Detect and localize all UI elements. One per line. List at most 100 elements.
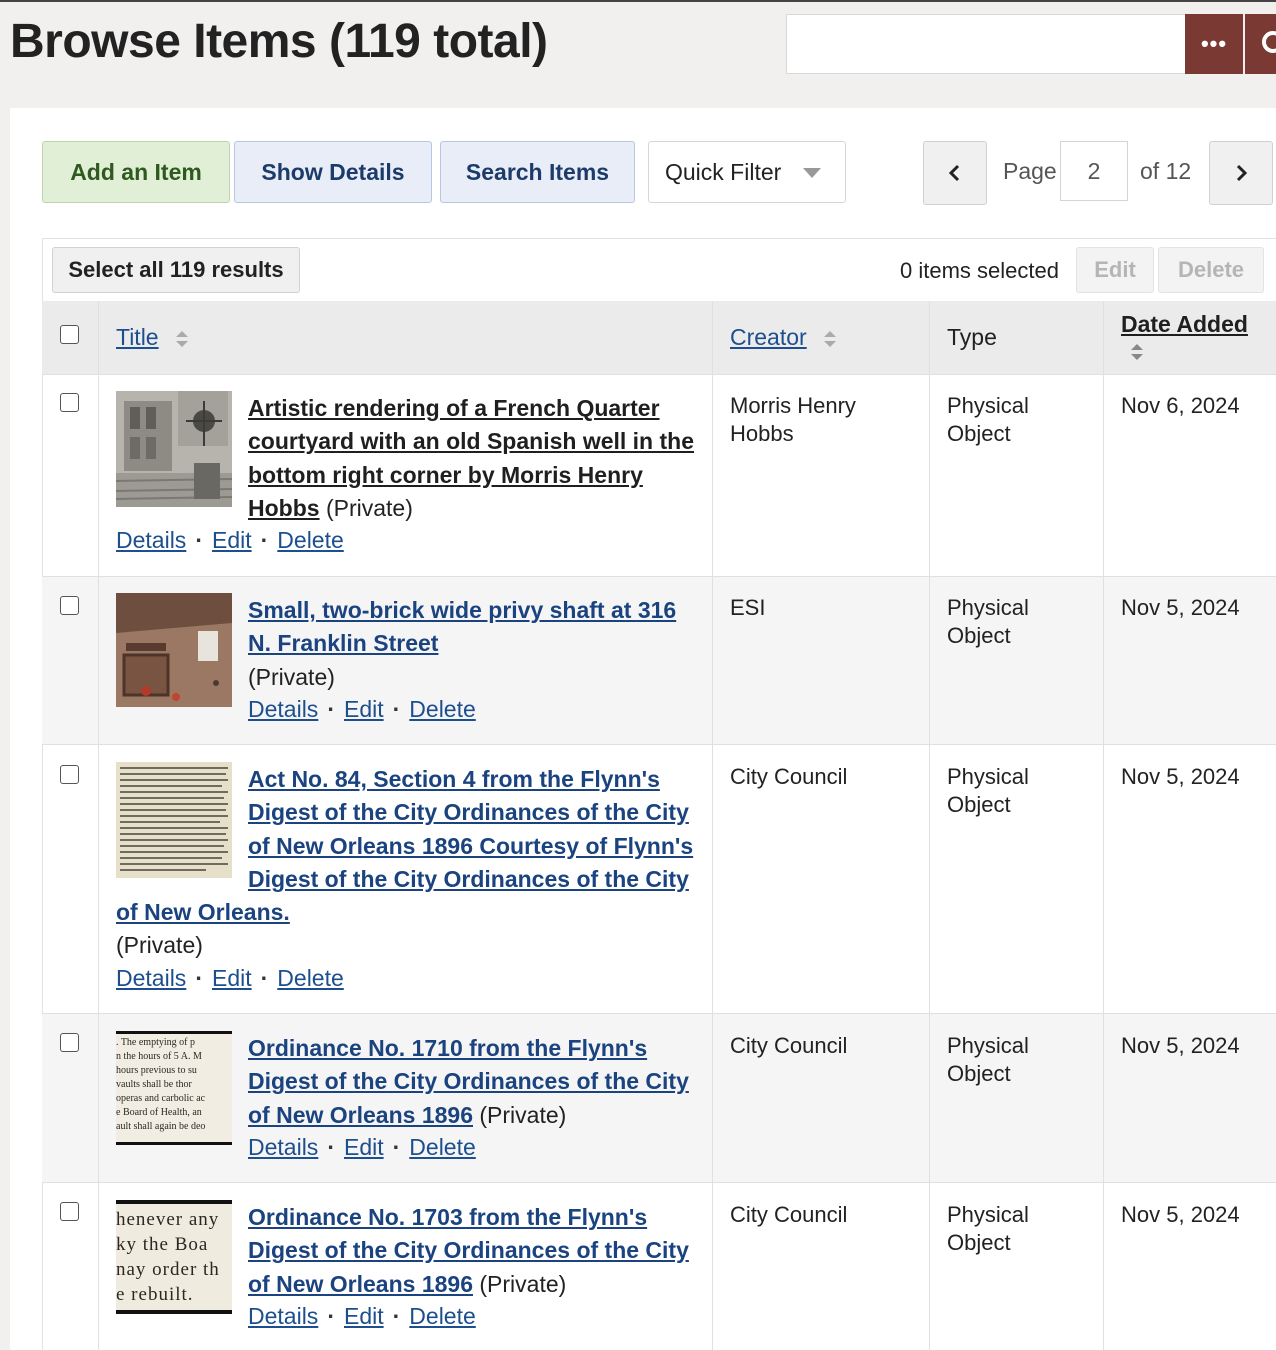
batch-delete-button[interactable]: Delete: [1158, 247, 1264, 293]
delete-link[interactable]: Delete: [409, 1303, 475, 1329]
item-title-link[interactable]: Artistic rendering of a French Quarter c…: [248, 395, 694, 521]
item-date-added: Nov 6, 2024: [1121, 393, 1240, 418]
separator: ·: [260, 965, 269, 991]
select-all-button[interactable]: Select all 119 results: [52, 247, 300, 293]
item-type: Physical Object: [947, 1202, 1029, 1255]
item-creator: ESI: [730, 595, 766, 620]
item-creator: City Council: [730, 1202, 848, 1227]
separator: ·: [195, 965, 203, 991]
item-type: Physical Object: [947, 764, 1029, 817]
show-details-button[interactable]: Show Details: [234, 141, 432, 203]
delete-link[interactable]: Delete: [409, 696, 475, 722]
select-all-checkbox[interactable]: [60, 325, 79, 344]
details-link[interactable]: Details: [248, 1134, 318, 1160]
column-header-date-added[interactable]: Date Added: [1121, 311, 1248, 338]
edit-link[interactable]: Edit: [212, 965, 252, 991]
item-date-added: Nov 5, 2024: [1121, 595, 1240, 620]
sort-icon: [824, 330, 837, 347]
details-link[interactable]: Details: [248, 696, 318, 722]
row-checkbox[interactable]: [60, 596, 79, 615]
item-title-link[interactable]: Small, two-brick wide privy shaft at 316…: [248, 597, 676, 656]
delete-link[interactable]: Delete: [409, 1134, 475, 1160]
item-title-link[interactable]: Ordinance No. 1710 from the Flynn's Dige…: [248, 1035, 689, 1128]
page-title: Browse Items (119 total): [10, 15, 548, 68]
item-creator: Morris Henry Hobbs: [730, 393, 856, 446]
add-item-button[interactable]: Add an Item: [42, 141, 230, 203]
row-checkbox[interactable]: [60, 1202, 79, 1221]
row-checkbox[interactable]: [60, 765, 79, 784]
item-actions: Details · Edit · Delete: [248, 696, 476, 723]
sort-icon: [176, 330, 188, 347]
page-count-label: of 12: [1140, 158, 1192, 184]
top-border: [0, 0, 1276, 2]
search-input[interactable]: [786, 14, 1186, 74]
sort-title-link[interactable]: Title: [116, 324, 159, 350]
item-type: Physical Object: [947, 1033, 1029, 1086]
details-link[interactable]: Details: [116, 527, 186, 553]
quick-filter-label: Quick Filter: [665, 158, 782, 185]
search-options-button[interactable]: •••: [1185, 14, 1243, 74]
column-header-type: Type: [947, 324, 997, 350]
item-creator: City Council: [730, 1033, 848, 1058]
item-title-block: Ordinance No. 1710 from the Flynn's Dige…: [248, 1032, 698, 1132]
item-title-link[interactable]: Ordinance No. 1703 from the Flynn's Dige…: [248, 1204, 689, 1297]
separator: ·: [392, 1134, 401, 1160]
item-thumbnail[interactable]: [116, 391, 232, 507]
batch-edit-button[interactable]: Edit: [1076, 247, 1154, 293]
item-thumbnail[interactable]: [116, 593, 232, 707]
separator: ·: [392, 696, 401, 722]
previous-page-button[interactable]: [923, 141, 987, 205]
column-divider: [929, 301, 930, 1350]
details-link[interactable]: Details: [248, 1303, 318, 1329]
item-thumbnail[interactable]: henever any ky the Boa nay order th e re…: [116, 1200, 232, 1314]
search-items-button[interactable]: Search Items: [440, 141, 635, 203]
separator: ·: [260, 527, 269, 553]
edit-link[interactable]: Edit: [344, 1303, 384, 1329]
delete-link[interactable]: Delete: [277, 527, 343, 553]
sort-creator-link[interactable]: Creator: [730, 324, 807, 350]
row-checkbox[interactable]: [60, 1033, 79, 1052]
quick-filter-dropdown[interactable]: Quick Filter: [648, 141, 846, 203]
item-date-added: Nov 5, 2024: [1121, 764, 1240, 789]
details-link[interactable]: Details: [116, 965, 186, 991]
newsprint-snippet-thumbnail: . The emptying of p n the hours of 5 A. …: [116, 1037, 206, 1132]
item-title-block: Small, two-brick wide privy shaft at 316…: [248, 594, 698, 694]
column-header-title[interactable]: Title: [116, 324, 189, 351]
edit-link[interactable]: Edit: [344, 696, 384, 722]
table-header: [42, 301, 1276, 374]
items-selected-count: 0 items selected: [900, 258, 1059, 283]
newsprint-large-thumbnail: henever any ky the Boa nay order th e re…: [116, 1209, 220, 1305]
item-actions: Details · Edit · Delete: [248, 1303, 476, 1330]
item-status: (Private): [479, 1101, 567, 1128]
page-number-input[interactable]: [1060, 141, 1128, 201]
separator: ·: [195, 527, 203, 553]
item-actions: Details · Edit · Delete: [248, 1134, 476, 1161]
chevron-right-icon: [1236, 164, 1248, 182]
column-divider: [1103, 301, 1104, 1350]
separator: ·: [392, 1303, 401, 1329]
edit-link[interactable]: Edit: [212, 527, 252, 553]
item-title-block: Ordinance No. 1703 from the Flynn's Dige…: [248, 1201, 698, 1301]
item-status: (Private): [116, 932, 203, 959]
next-page-button[interactable]: [1209, 141, 1273, 205]
row-checkbox[interactable]: [60, 393, 79, 412]
caret-down-icon: [803, 168, 821, 178]
item-title-block: Artistic rendering of a French Quarter c…: [248, 392, 698, 525]
excavation-thumbnail: [116, 593, 232, 707]
separator: ·: [327, 1303, 335, 1329]
separator: ·: [327, 696, 335, 722]
item-thumbnail[interactable]: . The emptying of p n the hours of 5 A. …: [116, 1031, 232, 1145]
search-submit-button[interactable]: [1245, 14, 1276, 74]
item-status: (Private): [479, 1270, 567, 1297]
item-date-added: Nov 5, 2024: [1121, 1033, 1240, 1058]
column-divider: [712, 301, 713, 1350]
edit-link[interactable]: Edit: [344, 1134, 384, 1160]
search-icon: [1262, 31, 1276, 53]
column-header-creator[interactable]: Creator: [730, 324, 837, 351]
delete-link[interactable]: Delete: [277, 965, 343, 991]
item-type: Physical Object: [947, 595, 1029, 648]
item-title-block: Act No. 84, Section 4 from the Flynn's D…: [116, 763, 698, 963]
sort-active-icon: [1131, 344, 1143, 360]
page-label: Page: [1003, 158, 1057, 184]
item-actions: Details · Edit · Delete: [116, 527, 344, 554]
